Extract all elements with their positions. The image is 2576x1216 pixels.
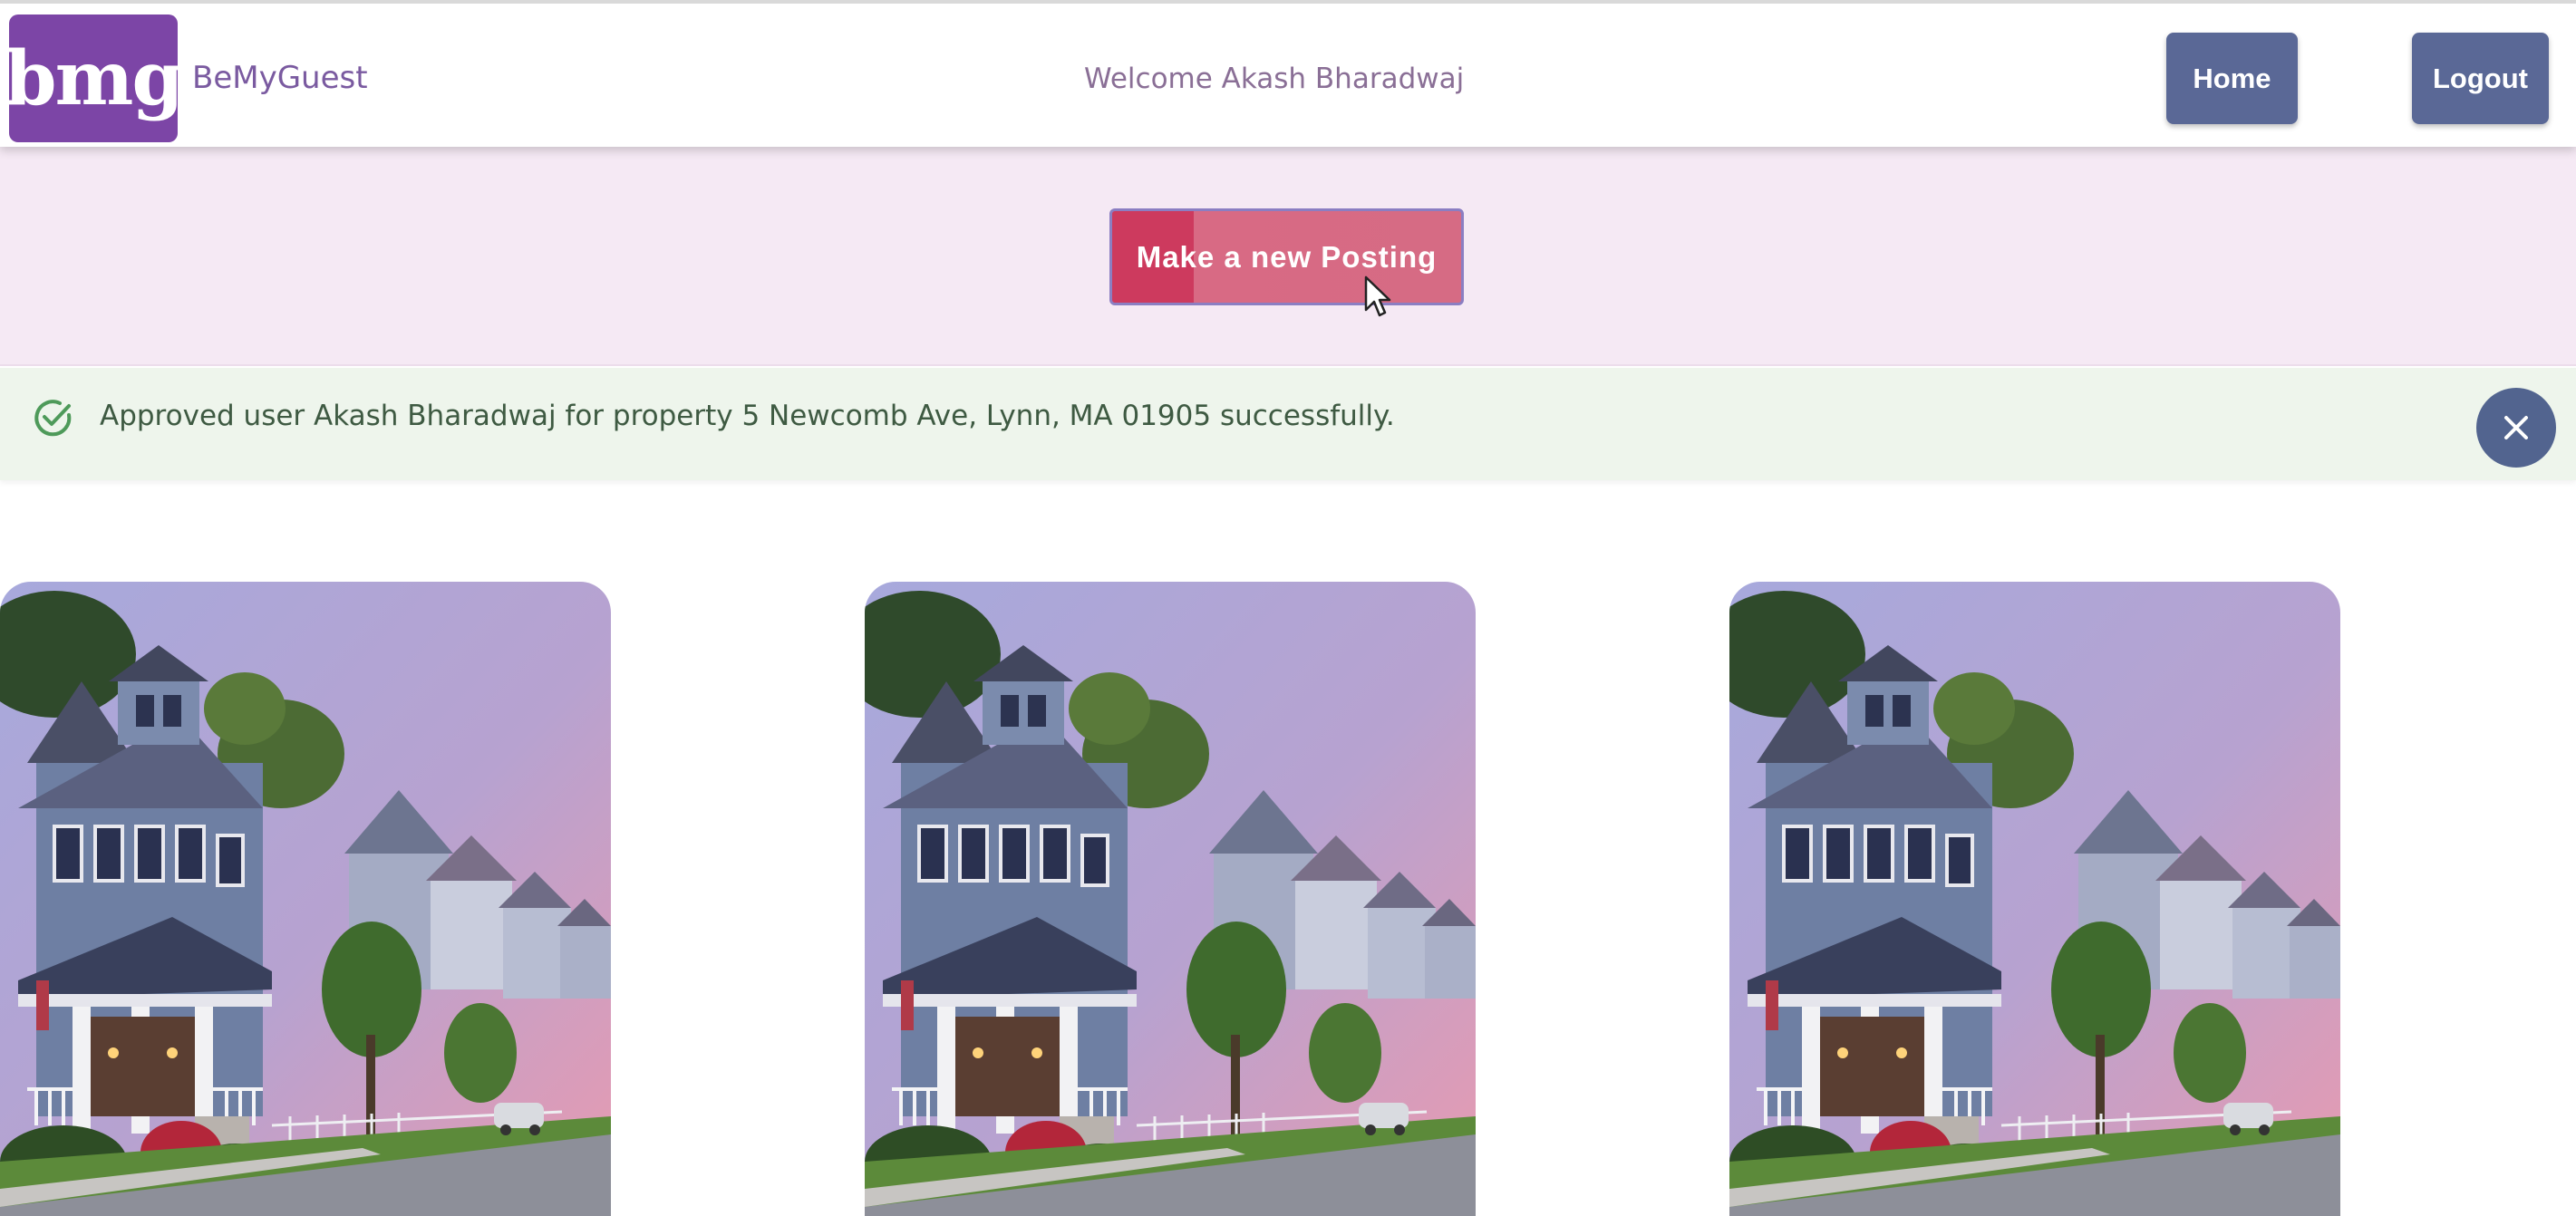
house-photo	[0, 582, 611, 1216]
logout-button[interactable]: Logout	[2412, 33, 2549, 124]
house-photo	[865, 582, 1476, 1216]
check-circle-icon	[34, 400, 72, 437]
success-alert: Approved user Akash Bharadwaj for proper…	[0, 368, 2576, 480]
listing-card[interactable]	[865, 582, 1476, 1216]
close-icon	[2504, 416, 2528, 439]
brand-name[interactable]: BeMyGuest	[192, 60, 368, 96]
listing-card[interactable]	[1729, 582, 2340, 1216]
home-button[interactable]: Home	[2166, 33, 2298, 124]
listing-cards	[0, 582, 2576, 1216]
listing-card[interactable]	[0, 582, 611, 1216]
posting-banner: Make a new Posting	[0, 147, 2576, 366]
brand-logo[interactable]: bmg	[5, 14, 184, 142]
alert-message: Approved user Akash Bharadwaj for proper…	[100, 400, 1395, 432]
mouse-cursor-icon	[1364, 275, 1391, 317]
house-photo	[1729, 582, 2340, 1216]
top-navbar: bmg BeMyGuest Welcome Akash Bharadwaj Ho…	[0, 0, 2576, 147]
close-alert-button[interactable]	[2476, 388, 2556, 468]
make-new-posting-button[interactable]: Make a new Posting	[1109, 208, 1464, 305]
welcome-message: Welcome Akash Bharadwaj	[1084, 63, 1465, 95]
logo-text: bmg	[5, 34, 183, 122]
